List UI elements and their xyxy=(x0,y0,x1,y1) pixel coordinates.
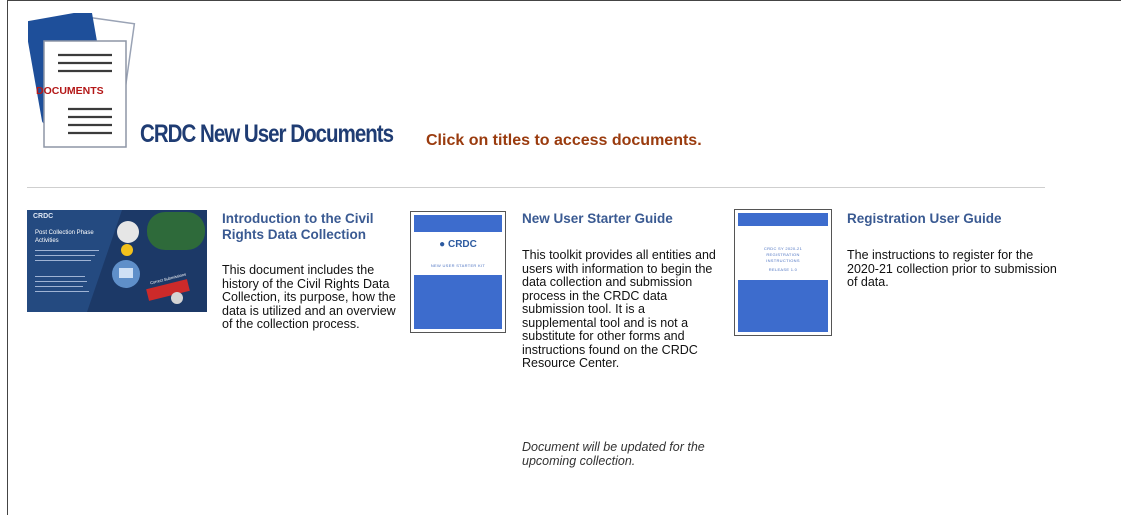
page-title: CRDC New User Documents xyxy=(140,120,394,148)
intro-document-thumbnail[interactable]: CRDC Post Collection Phase Activities Co… xyxy=(27,210,207,312)
starter-guide-thumbnail[interactable]: ● CRDC NEW USER STARTER KIT xyxy=(410,211,506,333)
starter-guide-thumb-brand: ● CRDC xyxy=(439,239,477,250)
registration-guide-thumb-caption: CRDC SY 2020-21 REGISTRATION INSTRUCTION… xyxy=(763,246,803,263)
frame-top-border xyxy=(7,0,1121,1)
registration-guide-thumb-version: RELEASE 1.0 xyxy=(768,267,798,272)
documents-logo-text: DOCUMENTS xyxy=(36,85,104,97)
starter-guide-top-band xyxy=(414,215,502,232)
page-subtitle: Click on titles to access documents. xyxy=(426,132,702,149)
starter-guide-bottom-band xyxy=(414,275,502,329)
intro-thumb-brand: CRDC xyxy=(33,213,54,220)
starter-guide-update-note: Document will be updated for the upcomin… xyxy=(522,440,705,468)
registration-guide-description: The instructions to register for the 202… xyxy=(847,248,1057,289)
starter-guide-title-link[interactable]: New User Starter Guide xyxy=(522,211,722,227)
starter-guide-thumb-caption: NEW USER STARTER KIT xyxy=(430,263,486,268)
intro-slide-icon xyxy=(27,210,207,312)
documents-logo-icon: DOCUMENTS xyxy=(28,13,136,148)
registration-guide-thumbnail[interactable]: CRDC SY 2020-21 REGISTRATION INSTRUCTION… xyxy=(734,209,832,336)
header-divider xyxy=(27,187,1045,188)
intro-document-title-link[interactable]: Introduction to the Civil Rights Data Co… xyxy=(222,211,400,243)
frame-left-border xyxy=(7,0,8,515)
page-header: DOCUMENTS CRDC New User Documents Click … xyxy=(28,13,928,163)
registration-guide-title-link[interactable]: Registration User Guide xyxy=(847,211,1067,227)
starter-guide-description: This toolkit provides all entities and u… xyxy=(522,248,716,370)
intro-thumb-heading: Post Collection Phase Activities xyxy=(35,230,94,244)
intro-document-description: This document includes the history of th… xyxy=(222,263,396,331)
registration-guide-bottom-band xyxy=(738,280,828,332)
registration-guide-top-band xyxy=(738,213,828,226)
